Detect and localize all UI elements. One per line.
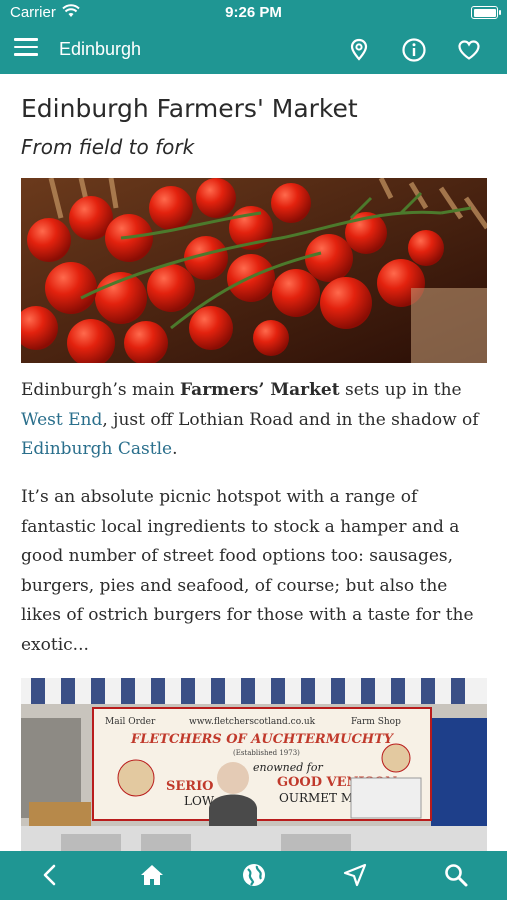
top-bar: Carrier 9:26 PM Edinburgh	[0, 0, 507, 74]
sign-mail-order: Mail Order	[105, 717, 156, 727]
globe-icon[interactable]	[241, 862, 267, 888]
heart-icon[interactable]	[456, 37, 482, 63]
sign-shop-name: FLETCHERS OF AUCHTERMUCHTY	[130, 732, 395, 747]
status-bar: Carrier 9:26 PM	[0, 0, 507, 26]
map-pin-icon[interactable]	[346, 37, 372, 63]
sign-farm-shop: Farm Shop	[351, 717, 401, 727]
nav-title: Edinburgh	[59, 39, 142, 59]
battery-icon	[471, 6, 501, 19]
west-end-link[interactable]: West End	[21, 410, 102, 430]
search-icon[interactable]	[443, 862, 469, 888]
article-subtitle: From field to fork	[21, 135, 195, 159]
market-stall-photo: Mail Order www.fletcherscotland.co.uk Fa…	[21, 678, 487, 851]
navigate-icon[interactable]	[342, 862, 368, 888]
tomatoes-photo	[21, 178, 487, 363]
article-title: Edinburgh Farmers' Market	[21, 94, 358, 123]
sign-line1-a: SERIO	[166, 779, 214, 794]
info-icon[interactable]	[401, 37, 427, 63]
sign-renowned: enowned for	[253, 761, 323, 774]
sign-established: (Established 1973)	[233, 749, 300, 757]
bottom-tab-bar	[0, 851, 507, 900]
edinburgh-castle-link[interactable]: Edinburgh Castle	[21, 439, 172, 459]
description-paragraph: It’s an absolute picnic hotspot with a r…	[21, 487, 474, 655]
intro-paragraph: Edinburgh’s main Farmers’ Market sets up…	[21, 380, 479, 459]
sign-url: www.fletcherscotland.co.uk	[189, 717, 316, 727]
home-icon[interactable]	[139, 862, 165, 888]
status-time: 9:26 PM	[225, 4, 282, 21]
article-content[interactable]: Edinburgh Farmers' Market From field to …	[0, 74, 507, 851]
nav-bar: Edinburgh	[0, 26, 507, 74]
menu-icon[interactable]	[14, 38, 38, 58]
back-icon[interactable]	[38, 862, 64, 888]
